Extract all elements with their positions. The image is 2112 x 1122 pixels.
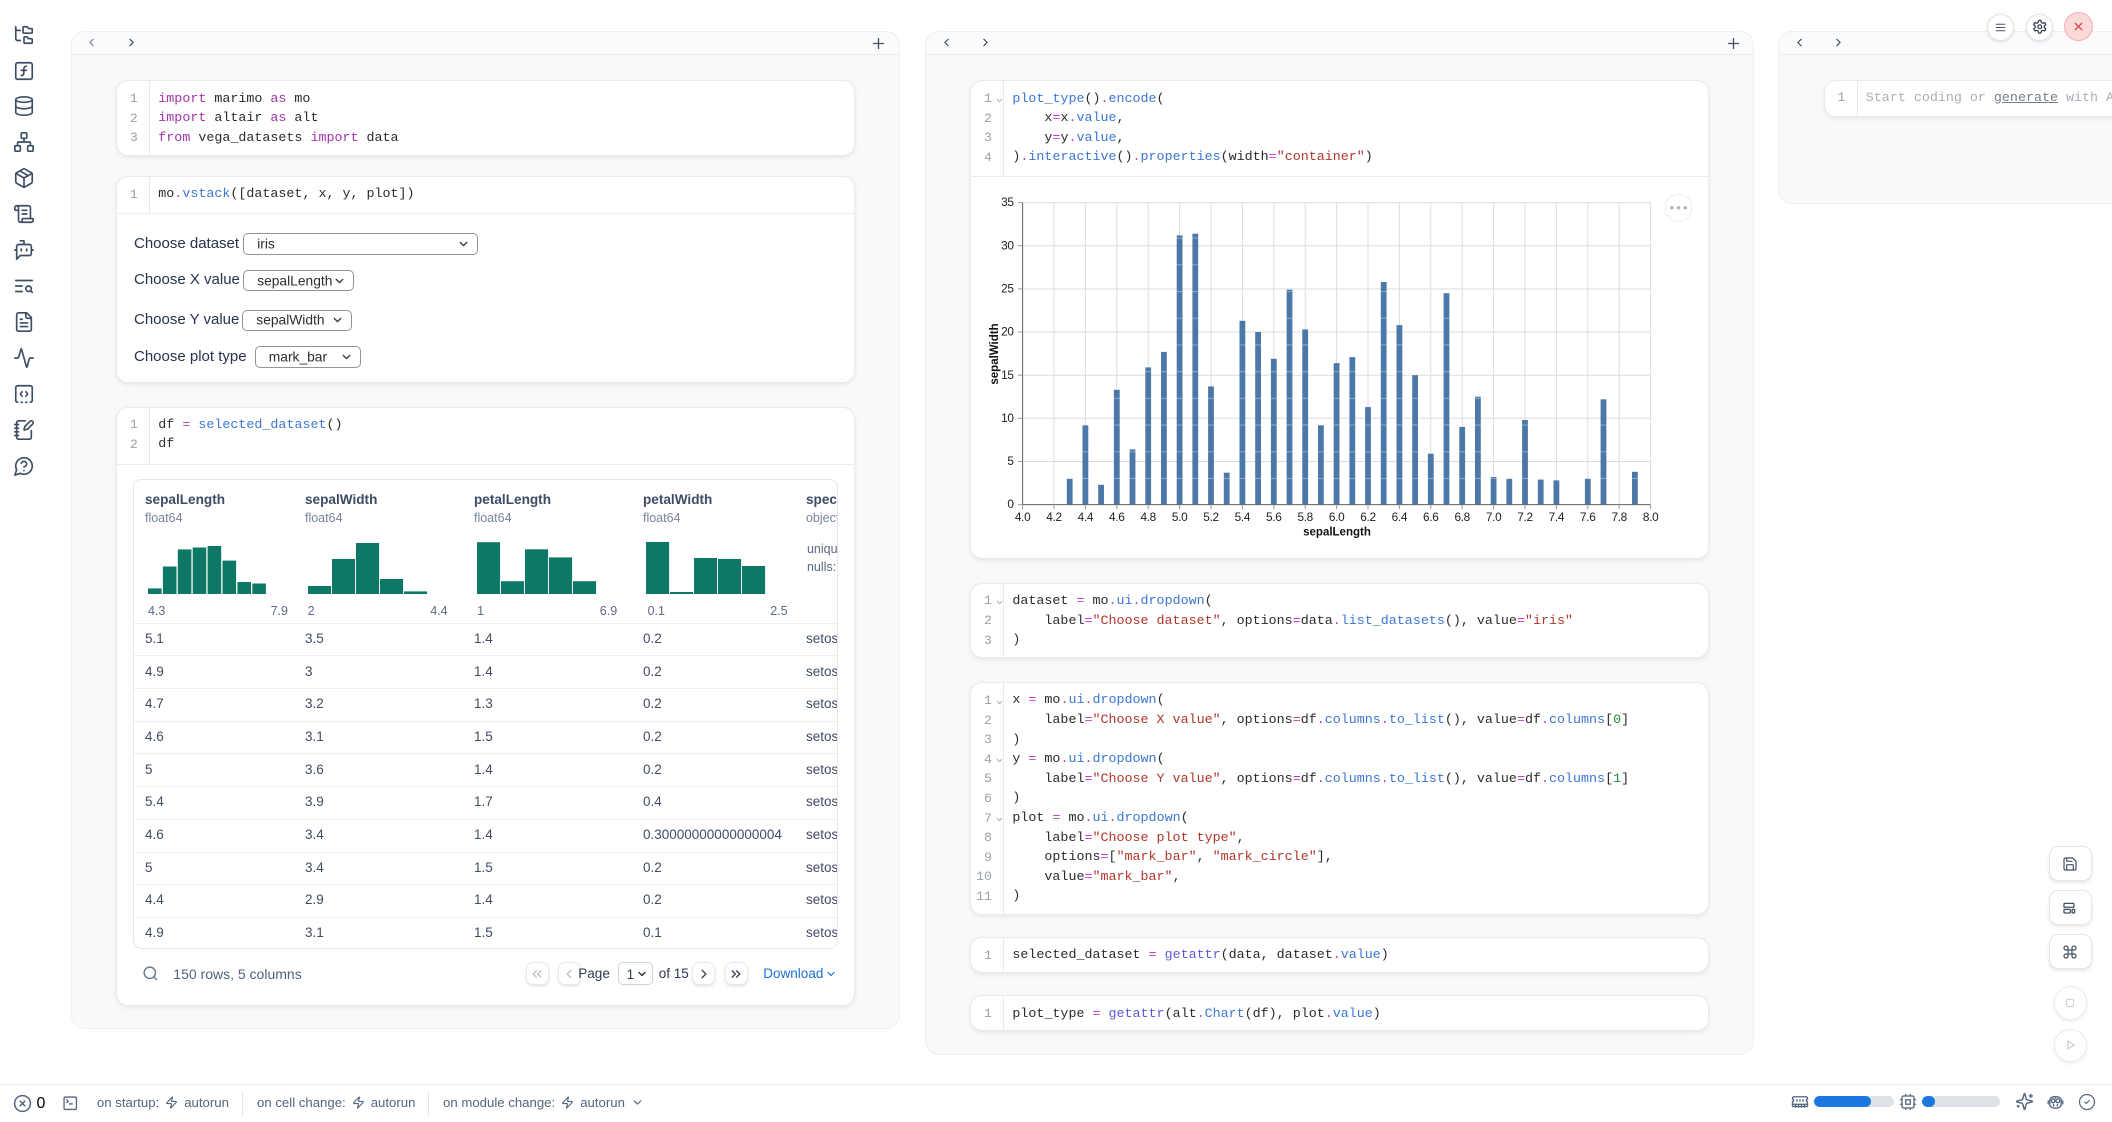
svg-text:6.8: 6.8 — [1455, 510, 1471, 524]
svg-text:4.4: 4.4 — [1078, 510, 1094, 524]
svg-text:0: 0 — [1008, 498, 1015, 512]
svg-text:7.8: 7.8 — [1612, 510, 1628, 524]
svg-text:6.0: 6.0 — [1329, 510, 1345, 524]
svg-text:6.2: 6.2 — [1361, 510, 1377, 524]
svg-text:4.6: 4.6 — [1109, 510, 1125, 524]
svg-text:25: 25 — [1001, 282, 1014, 296]
svg-text:5: 5 — [1008, 454, 1015, 468]
svg-text:6.6: 6.6 — [1423, 510, 1439, 524]
svg-text:8.0: 8.0 — [1643, 510, 1659, 524]
svg-text:4.2: 4.2 — [1047, 510, 1063, 524]
svg-text:7.4: 7.4 — [1549, 510, 1565, 524]
svg-text:sepalWidth: sepalWidth — [989, 324, 1001, 385]
svg-text:5.6: 5.6 — [1266, 510, 1282, 524]
svg-text:6.4: 6.4 — [1392, 510, 1408, 524]
svg-text:sepalLength: sepalLength — [1304, 527, 1372, 539]
svg-text:7.6: 7.6 — [1580, 510, 1596, 524]
svg-text:15: 15 — [1001, 368, 1014, 382]
svg-text:10: 10 — [1001, 411, 1014, 425]
svg-text:30: 30 — [1001, 239, 1014, 253]
svg-text:5.8: 5.8 — [1298, 510, 1314, 524]
svg-text:5.2: 5.2 — [1204, 510, 1220, 524]
svg-text:4.0: 4.0 — [1015, 510, 1031, 524]
svg-text:35: 35 — [1001, 196, 1014, 210]
svg-text:7.0: 7.0 — [1486, 510, 1502, 524]
svg-text:5.0: 5.0 — [1172, 510, 1188, 524]
svg-text:5.4: 5.4 — [1235, 510, 1251, 524]
svg-text:4.8: 4.8 — [1141, 510, 1157, 524]
svg-text:7.2: 7.2 — [1518, 510, 1534, 524]
svg-text:20: 20 — [1001, 325, 1014, 339]
